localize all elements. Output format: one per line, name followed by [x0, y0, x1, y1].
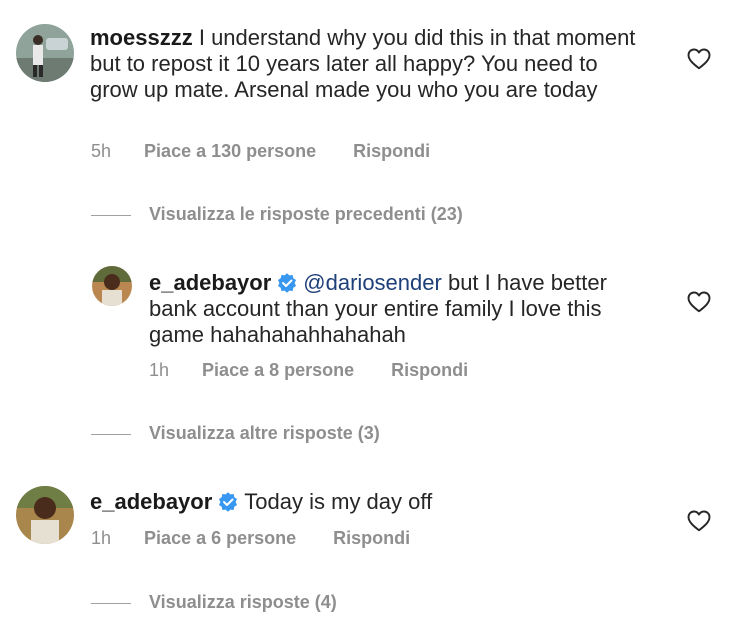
reply-meta: 1h Piace a 8 persone Rispondi [149, 360, 468, 381]
heart-icon[interactable] [687, 48, 711, 70]
mention-link[interactable]: @dariosender [303, 270, 442, 295]
comment-time: 1h [91, 528, 112, 548]
view-previous-replies-button[interactable]: Visualizza le risposte precedenti (23) [91, 204, 463, 225]
view-more-replies-label: Visualizza altre risposte (3) [149, 423, 380, 443]
comment-text: moesszzz I understand why you did this i… [90, 25, 650, 103]
comment-username[interactable]: moesszzz [90, 25, 193, 50]
comment-username[interactable]: e_adebayor [90, 489, 212, 514]
likes-link[interactable]: Piace a 6 persone [144, 528, 296, 549]
reply-reply-button[interactable]: Rispondi [391, 360, 468, 381]
avatar-e-adebayor[interactable] [92, 266, 132, 306]
view-previous-replies-label: Visualizza le risposte precedenti (23) [149, 204, 463, 224]
reply-text: e_adebayor @dariosender but I have bette… [149, 270, 649, 348]
heart-icon[interactable] [687, 291, 711, 313]
reply-username[interactable]: e_adebayor [149, 270, 271, 295]
verified-badge-icon [218, 492, 238, 512]
view-replies-label: Visualizza risposte (4) [149, 592, 337, 612]
comment-body: Today is my day off [244, 489, 433, 514]
reply-button[interactable]: Rispondi [333, 528, 410, 549]
heart-icon[interactable] [687, 510, 711, 532]
thread-divider [91, 433, 131, 435]
verified-badge-icon [277, 273, 297, 293]
avatar-e-adebayor[interactable] [16, 486, 74, 544]
comment-text: e_adebayor Today is my day off [90, 489, 650, 515]
reply-likes-link[interactable]: Piace a 8 persone [202, 360, 354, 381]
view-more-replies-button[interactable]: Visualizza altre risposte (3) [91, 423, 380, 444]
thread-divider [91, 602, 131, 604]
reply-button[interactable]: Rispondi [353, 141, 430, 162]
comment-meta: 1h Piace a 6 persone Rispondi [91, 528, 410, 549]
comment-meta: 5h Piace a 130 persone Rispondi [91, 141, 430, 162]
reply-time: 1h [149, 360, 170, 380]
avatar-moesszzz[interactable] [16, 24, 74, 82]
thread-divider [91, 214, 131, 216]
likes-link[interactable]: Piace a 130 persone [144, 141, 316, 162]
comment-time: 5h [91, 141, 112, 161]
view-replies-button[interactable]: Visualizza risposte (4) [91, 592, 337, 613]
